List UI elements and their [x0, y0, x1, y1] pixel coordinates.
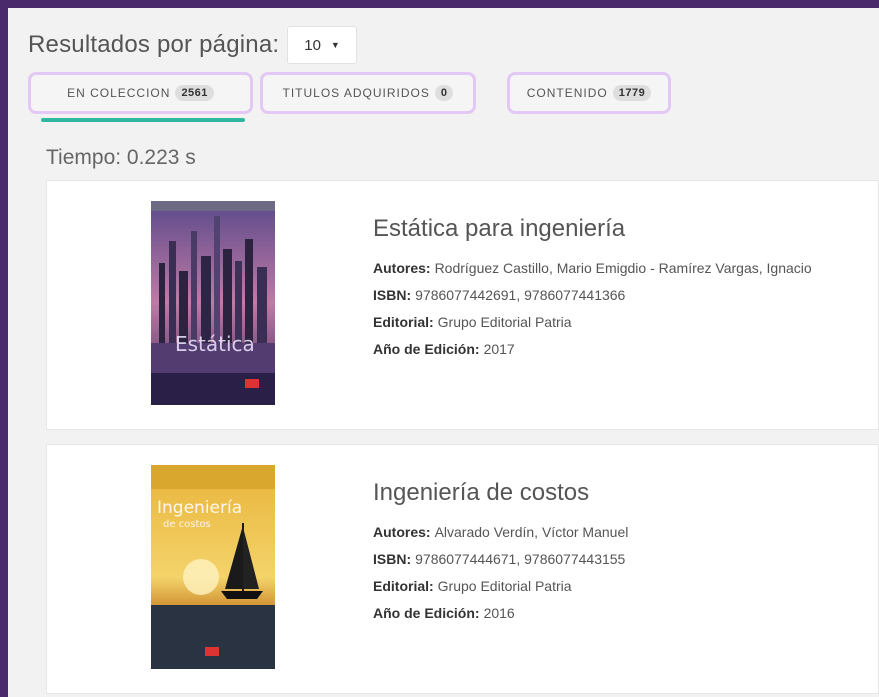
publisher-logo [205, 647, 219, 656]
authors-label: Autores: [373, 260, 431, 276]
tab-en-coleccion[interactable]: EN COLECCION 2561 [28, 72, 253, 114]
isbn-label: ISBN: [373, 287, 412, 303]
count-badge: 2561 [175, 85, 214, 101]
count-badge: 1779 [612, 85, 652, 101]
tab-contenido[interactable]: CONTENIDO 1779 [507, 72, 671, 114]
tab-label: EN COLECCION [67, 86, 171, 100]
page-frame: Resultados por página: 10 ▼ EN COLECCION… [8, 8, 879, 697]
isbn-label: ISBN: [373, 551, 412, 567]
publisher-row: Editorial: Grupo Editorial Patria [373, 573, 628, 600]
book-info: Estática para ingeniería Autores: Rodrígu… [373, 215, 812, 363]
year-value: 2016 [483, 605, 515, 621]
year-label: Año de Edición: [373, 341, 480, 357]
cover-title-text: Estática [175, 332, 255, 356]
results-per-page-value: 10 [304, 36, 321, 54]
cover-subtitle-text: de costos [163, 519, 211, 530]
publisher-logo [245, 379, 259, 388]
search-time: Tiempo: 0.223 s [46, 146, 196, 169]
isbn-row: ISBN: 9786077444671, 9786077443155 [373, 546, 628, 573]
tab-label: CONTENIDO [526, 86, 608, 100]
publisher-label: Editorial: [373, 314, 434, 330]
publisher-value: Grupo Editorial Patria [437, 578, 572, 594]
authors-row: Autores: Alvarado Verdín, Víctor Manuel [373, 519, 628, 546]
authors-value: Rodríguez Castillo, Mario Emigdio - Ramí… [434, 260, 812, 276]
book-cover[interactable]: Estática [151, 201, 275, 405]
book-cover[interactable]: Ingeniería de costos [151, 465, 275, 669]
authors-row: Autores: Rodríguez Castillo, Mario Emigdi… [373, 255, 812, 282]
book-title[interactable]: Estática para ingeniería [373, 215, 812, 243]
year-label: Año de Edición: [373, 605, 480, 621]
result-card: Estática Estática para ingeniería Autore… [46, 180, 879, 430]
tab-titulos-adquiridos[interactable]: TITULOS ADQUIRIDOS 0 [260, 72, 476, 114]
isbn-value: 9786077442691, 9786077441366 [415, 287, 626, 303]
caret-down-icon: ▼ [330, 40, 340, 50]
authors-value: Alvarado Verdín, Víctor Manuel [434, 524, 629, 540]
book-title[interactable]: Ingeniería de costos [373, 479, 628, 507]
year-row: Año de Edición: 2016 [373, 600, 628, 627]
year-value: 2017 [483, 341, 515, 357]
isbn-row: ISBN: 9786077442691, 9786077441366 [373, 282, 812, 309]
count-badge: 0 [434, 85, 454, 101]
isbn-value: 9786077444671, 9786077443155 [415, 551, 626, 567]
active-tab-indicator [41, 118, 245, 122]
year-row: Año de Edición: 2017 [373, 336, 812, 363]
publisher-row: Editorial: Grupo Editorial Patria [373, 309, 812, 336]
book-info: Ingeniería de costos Autores: Alvarado Ve… [373, 479, 628, 627]
results-per-page-select[interactable]: 10 ▼ [287, 26, 358, 64]
authors-label: Autores: [373, 524, 431, 540]
cover-title-text: Ingeniería [157, 498, 242, 518]
results-per-page-label: Resultados por página: [28, 31, 280, 58]
publisher-value: Grupo Editorial Patria [437, 314, 572, 330]
city-skyline-cover-image: Estática [151, 201, 275, 405]
tab-label: TITULOS ADQUIRIDOS [282, 86, 430, 100]
result-card: Ingeniería de costos Ingeniería de costo… [46, 444, 879, 694]
publisher-label: Editorial: [373, 578, 434, 594]
sailboat-cover-image: Ingeniería de costos [151, 465, 275, 669]
results-per-page: Resultados por página: 10 ▼ [28, 26, 358, 64]
